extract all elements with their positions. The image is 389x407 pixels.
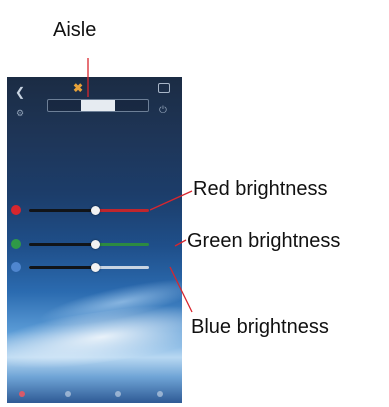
app-screenshot: ❮ ✖ ⚙ ⏻	[7, 77, 182, 403]
power-icon[interactable]: ⏻	[159, 106, 167, 116]
app-logo-icon: ✖	[73, 81, 84, 95]
aisle-mode-selector	[47, 99, 149, 112]
mode-tab-aisle[interactable]	[81, 100, 115, 111]
blue-brightness-slider[interactable]	[29, 263, 149, 272]
red-brightness-row	[11, 203, 179, 217]
green-brightness-row	[11, 237, 179, 251]
toolbar-icon-2[interactable]	[65, 391, 71, 397]
blue-slider-thumb[interactable]	[91, 263, 100, 272]
toolbar-icon-1[interactable]	[19, 391, 25, 397]
back-arrow-icon[interactable]: ❮	[15, 86, 25, 98]
mode-tab-3[interactable]	[114, 100, 148, 111]
green-brightness-slider[interactable]	[29, 240, 149, 249]
blue-slider-fill	[29, 266, 95, 269]
green-brightness-callout-label: Green brightness	[187, 230, 341, 252]
blue-brightness-row	[11, 260, 179, 274]
red-channel-indicator	[11, 205, 21, 215]
blue-brightness-callout-label: Blue brightness	[191, 316, 329, 338]
red-brightness-slider[interactable]	[29, 206, 149, 215]
green-slider-thumb[interactable]	[91, 240, 100, 249]
red-brightness-callout-label: Red brightness	[193, 178, 328, 200]
aisle-callout-label: Aisle	[53, 19, 97, 41]
red-slider-thumb[interactable]	[91, 206, 100, 215]
green-channel-indicator	[11, 239, 21, 249]
menu-icon[interactable]	[158, 83, 170, 93]
toolbar-icon-3[interactable]	[115, 391, 121, 397]
settings-icon[interactable]: ⚙	[16, 109, 24, 118]
blue-channel-indicator	[11, 262, 21, 272]
mode-tab-1[interactable]	[48, 100, 82, 111]
green-slider-fill	[29, 243, 95, 246]
red-slider-fill	[29, 209, 95, 212]
toolbar-icon-4[interactable]	[157, 391, 163, 397]
bottom-toolbar	[7, 389, 182, 403]
